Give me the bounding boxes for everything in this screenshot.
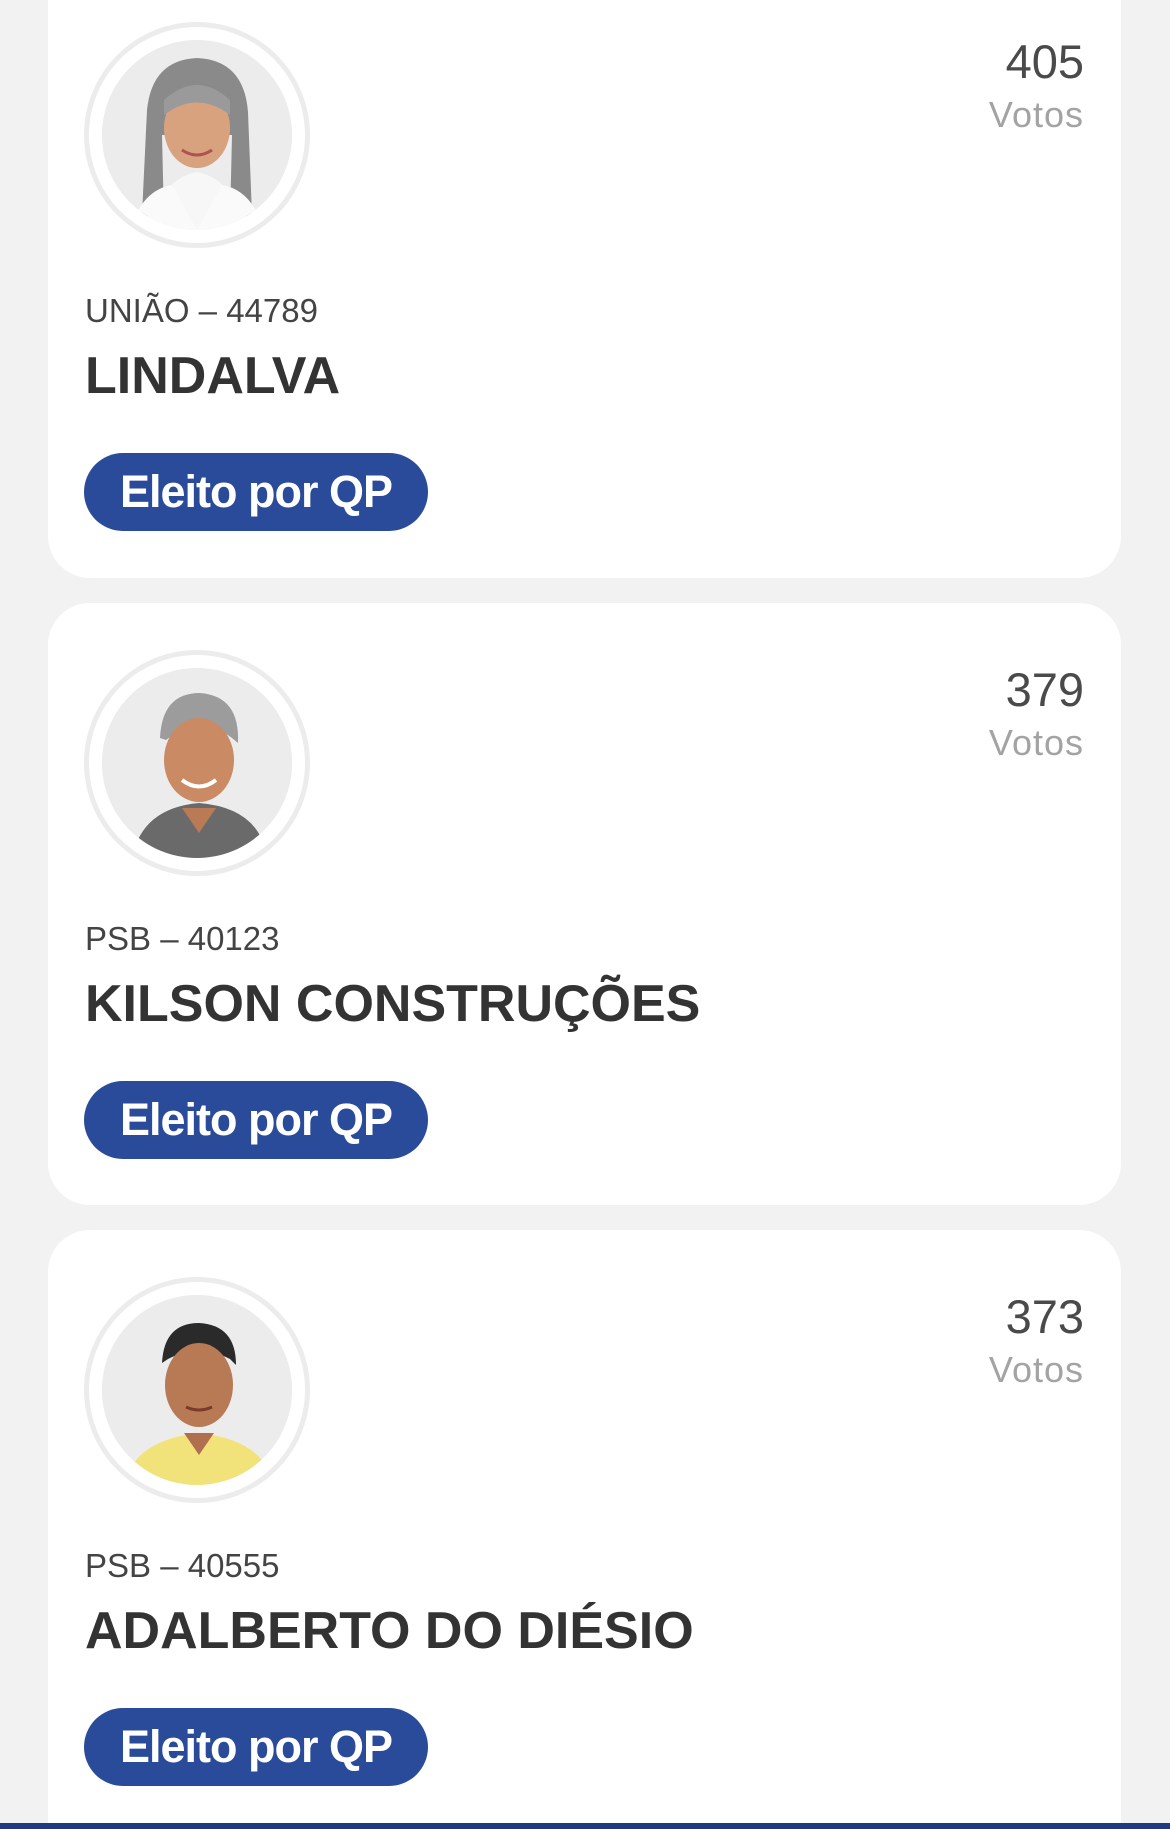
candidate-name: KILSON CONSTRUÇÕES xyxy=(85,975,701,1033)
bottom-edge-bar xyxy=(0,1823,1170,1829)
candidate-avatar xyxy=(84,1277,310,1503)
vote-count: 373 xyxy=(1005,1290,1084,1343)
party-and-number: PSB – 40555 xyxy=(85,1547,280,1584)
votes-label: Votos xyxy=(988,94,1084,135)
party-and-number: UNIÃO – 44789 xyxy=(85,292,318,329)
candidate-card[interactable]: 379 Votos PSB – 40123 KILSON CONSTRUÇÕES… xyxy=(48,603,1121,1205)
candidate-avatar xyxy=(84,650,310,876)
candidate-name: LINDALVA xyxy=(85,347,341,405)
vote-count: 405 xyxy=(1005,35,1084,88)
status-badge: Eleito por QP xyxy=(84,1708,429,1786)
candidate-card[interactable]: 405 Votos UNIÃO – 44789 LINDALVA Eleito … xyxy=(48,0,1121,578)
candidate-photo xyxy=(102,1295,292,1485)
status-badge: Eleito por QP xyxy=(84,1081,429,1159)
votes-label: Votos xyxy=(988,722,1084,763)
status-badge: Eleito por QP xyxy=(84,453,429,531)
votes-label: Votos xyxy=(988,1349,1084,1390)
party-and-number: PSB – 40123 xyxy=(85,920,280,957)
vote-count: 379 xyxy=(1005,663,1084,716)
candidate-photo xyxy=(102,40,292,230)
candidate-avatar xyxy=(84,22,310,248)
candidate-name: ADALBERTO DO DIÉSIO xyxy=(85,1602,694,1660)
candidate-card[interactable]: 373 Votos PSB – 40555 ADALBERTO DO DIÉSI… xyxy=(48,1230,1121,1829)
candidate-photo xyxy=(102,668,292,858)
